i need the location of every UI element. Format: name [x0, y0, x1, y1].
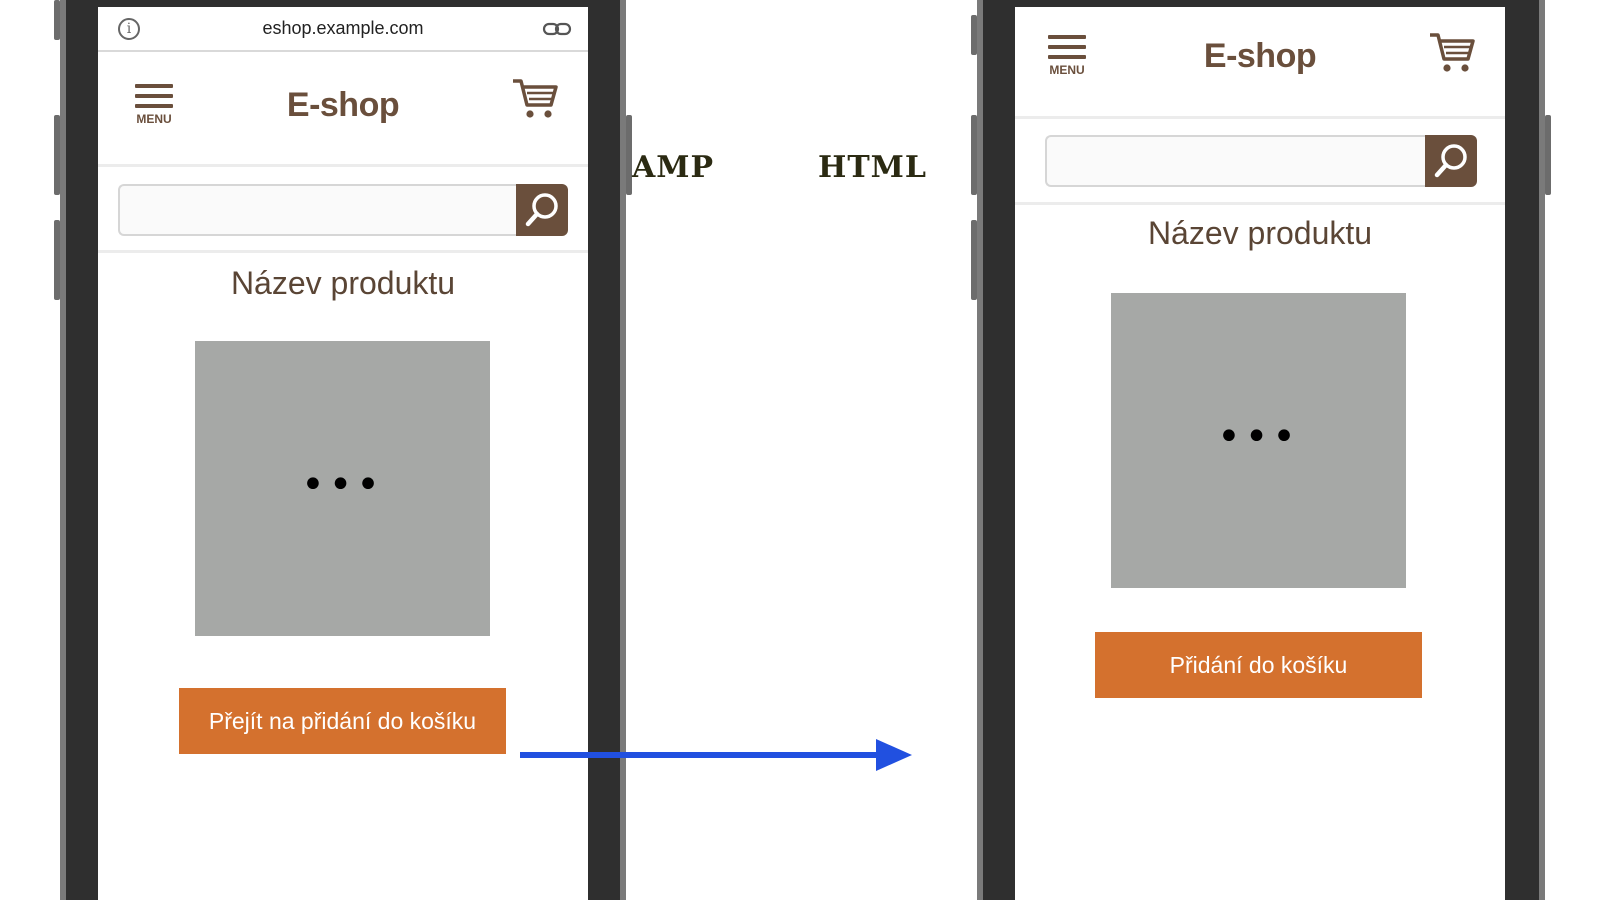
site-header: MENU E-shop — [98, 52, 588, 167]
product-image[interactable]: ••• — [195, 341, 490, 636]
cart-icon[interactable] — [1428, 31, 1476, 75]
search-button[interactable] — [1425, 135, 1477, 187]
search-icon — [525, 193, 558, 227]
site-header: MENU E-shop — [1015, 7, 1505, 119]
search-bar — [98, 167, 588, 253]
info-icon[interactable]: i — [118, 18, 140, 40]
arrow-right-icon — [520, 739, 912, 771]
product-image[interactable]: ••• — [1111, 293, 1406, 588]
url-bar[interactable]: i eshop.example.com — [98, 7, 588, 52]
search-bar — [1015, 119, 1505, 205]
search-icon — [1434, 144, 1467, 178]
url-text[interactable]: eshop.example.com — [262, 18, 423, 39]
cart-icon[interactable] — [511, 77, 559, 121]
product-title: Název produktu — [230, 265, 456, 301]
product-title: Název produktu — [1147, 215, 1373, 251]
amp-label: AMP — [632, 150, 715, 185]
search-input[interactable] — [1045, 135, 1427, 187]
loading-dots: ••• — [301, 461, 384, 508]
link-icon[interactable] — [542, 19, 572, 39]
go-to-add-to-cart-button[interactable]: Přejít na přidání do košíku — [179, 688, 506, 754]
html-phone-frame: MENU E-shop Název produktu ••• Přidání d… — [971, 0, 1551, 900]
search-input[interactable] — [118, 184, 518, 236]
add-to-cart-button[interactable]: Přidání do košíku — [1095, 632, 1422, 698]
amp-phone-screen: i eshop.example.com MENU E-shop Název pr… — [98, 7, 588, 900]
html-phone-screen: MENU E-shop Název produktu ••• Přidání d… — [1015, 7, 1505, 900]
html-label: HTML — [818, 150, 927, 185]
search-button[interactable] — [516, 184, 568, 236]
loading-dots: ••• — [1217, 413, 1300, 460]
